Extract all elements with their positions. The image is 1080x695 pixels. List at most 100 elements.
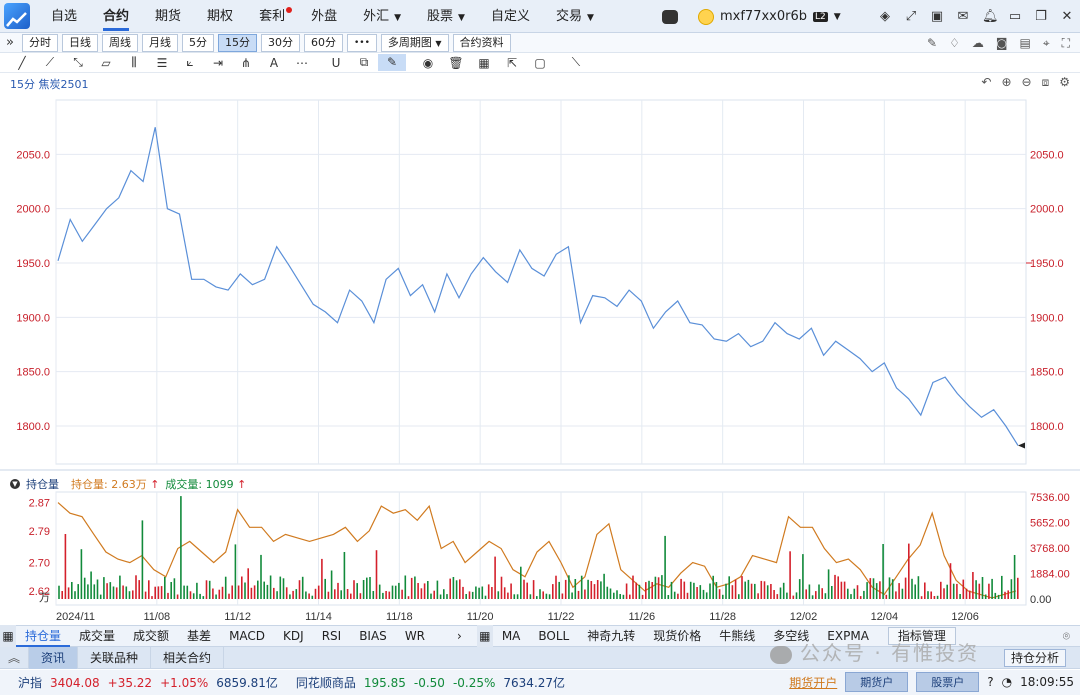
multi-period-button[interactable]: 多周期图 ▼ — [380, 33, 449, 52]
overlay-tab-0[interactable]: MA — [493, 625, 530, 647]
period-button-0[interactable]: 分时 — [21, 33, 58, 52]
channel-tool-icon[interactable]: ▱ — [92, 56, 120, 70]
period-button-5[interactable]: 15分 — [217, 33, 257, 52]
fan-tool-icon[interactable]: ⟀ — [176, 55, 204, 70]
indicator-tab-4[interactable]: MACD — [220, 625, 274, 647]
trash-icon[interactable]: 🗑︎ — [442, 56, 470, 70]
stock-account-button[interactable]: 股票户 — [916, 672, 980, 692]
vol-tick-2: 3768.00 — [1030, 543, 1070, 555]
camera-icon[interactable]: ◙ — [996, 36, 1008, 50]
cloud-icon[interactable]: ☁ — [972, 36, 984, 50]
username[interactable]: mxf77xx0r6b — [720, 9, 807, 24]
period-button-2[interactable]: 周线 — [101, 33, 138, 52]
nav-item-9[interactable]: 交易 ▼ — [543, 0, 607, 33]
more-tools-icon[interactable]: ⋯ — [288, 56, 316, 70]
price-tick-left-4: 1850.0 — [16, 367, 50, 379]
sector-name[interactable]: 同花顺商品 — [296, 674, 356, 691]
info-tab-2[interactable]: 相关合约 — [151, 646, 225, 669]
indicator-tab-5[interactable]: KDJ — [274, 625, 313, 647]
more-periods-button[interactable]: ••• — [346, 33, 377, 52]
indicator-title[interactable]: 持仓量 — [26, 476, 59, 492]
indicator-tab-8[interactable]: WR — [396, 625, 434, 647]
index-name[interactable]: 沪指 — [18, 674, 42, 691]
export-icon[interactable]: ⇱ — [498, 56, 526, 70]
grid-icon[interactable]: ▦ — [0, 625, 16, 647]
eye-icon[interactable]: ◉ — [414, 56, 442, 70]
nav-item-4[interactable]: 套利 — [246, 0, 298, 33]
pencil-icon[interactable]: ✎ — [378, 54, 406, 71]
contract-info-button[interactable]: 合约资料 — [452, 33, 511, 52]
range-tool-icon[interactable]: ⇥ — [204, 56, 232, 70]
fullscreen-icon[interactable]: ⛶ — [1062, 36, 1070, 51]
overlay-tab-2[interactable]: 神奇九转 — [578, 625, 644, 647]
close-icon[interactable]: ✕ — [1060, 9, 1074, 24]
nav-item-5[interactable]: 外盘 — [298, 0, 350, 33]
expand-panel-icon[interactable]: » — [6, 35, 14, 50]
grid-icon[interactable]: ▦ — [476, 625, 493, 647]
overlay-tab-4[interactable]: 牛熊线 — [710, 625, 764, 647]
vertical-lines-icon[interactable]: ⫼ — [120, 55, 148, 70]
robot-icon[interactable] — [662, 9, 678, 24]
info-tab-0[interactable]: 资讯 — [29, 646, 79, 669]
indicator-tab-3[interactable]: 基差 — [178, 625, 220, 647]
pitchfork-icon[interactable]: ⋔ — [232, 56, 260, 70]
period-button-1[interactable]: 日线 — [61, 33, 98, 52]
info-tab-1[interactable]: 关联品种 — [78, 646, 152, 669]
period-button-7[interactable]: 60分 — [303, 33, 343, 52]
indicator-tab-1[interactable]: 成交量 — [70, 625, 124, 647]
expand-up-icon[interactable]: ︽ — [0, 646, 30, 669]
expand-icon[interactable]: ⤢ — [904, 9, 918, 24]
help-icon[interactable]: ? — [987, 675, 993, 689]
nav-item-3[interactable]: 期权 — [194, 0, 246, 33]
screenshot-icon[interactable]: ▤ — [1019, 36, 1030, 50]
open-futures-link[interactable]: 期货开户 — [789, 674, 837, 691]
info-tabs: 资讯 关联品种 相关合约 — [29, 646, 225, 669]
avatar[interactable] — [698, 8, 714, 25]
futures-account-button[interactable]: 期货户 — [845, 672, 909, 692]
bell-icon[interactable]: 🔔︎ — [982, 9, 999, 24]
period-button-6[interactable]: 30分 — [260, 33, 300, 52]
segment-tool-icon[interactable]: ⤡ — [64, 55, 92, 70]
nav-item-0[interactable]: 自选 — [38, 0, 90, 33]
tv-icon[interactable]: ▣ — [930, 9, 944, 24]
mail-icon[interactable]: ✉ — [956, 9, 970, 24]
kline-chart[interactable]: 2050.0 2050.0 2000.0 2000.0 1950.0 1950.0 1900… — [0, 73, 1080, 623]
location-icon[interactable]: ⌾ — [1063, 629, 1070, 644]
alert-icon[interactable]: ♢ — [949, 36, 960, 50]
overlay-tab-1[interactable]: BOLL — [529, 625, 578, 647]
ray-tool-icon[interactable]: ⟋ — [36, 55, 64, 70]
text-tool-icon[interactable]: A — [260, 56, 288, 70]
analysis-button[interactable]: 持仓分析 — [1003, 648, 1066, 667]
magnet-icon[interactable]: U — [322, 56, 350, 70]
copy-icon[interactable]: ⧉ — [350, 55, 378, 70]
nav-item-1[interactable]: 合约 — [90, 0, 142, 33]
period-button-4[interactable]: 5分 — [181, 33, 214, 52]
line-tool-icon[interactable]: ╱ — [8, 56, 36, 70]
nav-item-8[interactable]: 自定义 — [478, 0, 543, 33]
comment-icon[interactable]: ▢ — [526, 56, 554, 70]
collapse-icon[interactable]: ▼ — [10, 479, 20, 489]
user-area[interactable]: mxf77xx0r6b L2 ▼ — [662, 0, 841, 33]
overlay-tab-3[interactable]: 现货价格 — [644, 625, 710, 647]
minimize-icon[interactable]: ▭ — [1008, 9, 1022, 24]
nav-item-7[interactable]: 股票 ▼ — [414, 0, 478, 33]
next-arrow-icon[interactable]: › — [448, 625, 471, 647]
restore-icon[interactable]: ❐ — [1034, 9, 1048, 24]
ruler-icon[interactable]: ⟍ — [562, 55, 590, 70]
period-button-3[interactable]: 月线 — [141, 33, 178, 52]
period-bar: » 分时 日线 周线 月线 5分 15分 30分 60分 ••• 多周期图 ▼ 合约资料 ✎ … — [0, 33, 1080, 53]
edit-icon[interactable]: ✎ — [927, 36, 937, 50]
layers-icon[interactable]: ◈ — [878, 9, 892, 24]
indicator-tab-6[interactable]: RSI — [313, 625, 351, 647]
wechat-icon — [770, 645, 792, 664]
pin-icon[interactable]: ⌖ — [1043, 36, 1050, 51]
grid-icon[interactable]: ▦ — [470, 56, 498, 70]
nav-item-6[interactable]: 外汇 ▼ — [350, 0, 414, 33]
indicator-tab-7[interactable]: BIAS — [350, 625, 396, 647]
nav-item-2[interactable]: 期货 — [142, 0, 194, 33]
indicator-tab-0[interactable]: 持仓量 — [16, 625, 71, 647]
price-tick-right-1: 2000.0 — [1030, 204, 1064, 216]
chevron-down-icon[interactable]: ▼ — [834, 12, 841, 22]
fib-tool-icon[interactable]: ☰ — [148, 56, 176, 70]
indicator-tab-2[interactable]: 成交额 — [124, 625, 178, 647]
